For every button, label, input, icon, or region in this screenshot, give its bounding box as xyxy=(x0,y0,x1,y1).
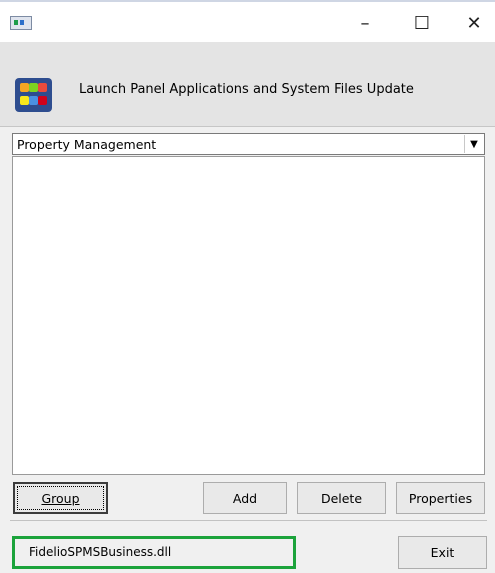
header-panel: Launch Panel Applications and System Fil… xyxy=(0,42,495,127)
properties-button[interactable]: Properties xyxy=(396,482,485,514)
title-bar: – ☐ ✕ xyxy=(0,0,495,42)
header-title: Launch Panel Applications and System Fil… xyxy=(79,82,414,97)
status-field: FidelioSPMSBusiness.dll xyxy=(12,536,296,569)
title-bar-accent xyxy=(0,0,495,2)
divider xyxy=(10,520,487,521)
delete-button-label: Delete xyxy=(320,490,363,506)
maximize-button[interactable]: ☐ xyxy=(402,8,442,38)
group-button[interactable]: Group xyxy=(13,482,108,514)
minimize-button[interactable]: – xyxy=(345,8,385,38)
app-icon xyxy=(10,16,32,30)
add-button-label: Add xyxy=(232,490,258,506)
exit-button[interactable]: Exit xyxy=(398,536,487,569)
launch-panel-icon xyxy=(15,78,52,112)
chevron-down-icon[interactable]: ▼ xyxy=(464,135,483,153)
group-dropdown-value: Property Management xyxy=(17,137,157,152)
properties-button-label: Properties xyxy=(408,490,473,506)
status-text: FidelioSPMSBusiness.dll xyxy=(29,545,172,559)
close-button[interactable]: ✕ xyxy=(454,8,494,38)
group-button-label: Group xyxy=(41,490,80,506)
delete-button[interactable]: Delete xyxy=(297,482,386,514)
group-dropdown[interactable]: Property Management ▼ xyxy=(12,133,485,155)
add-button[interactable]: Add xyxy=(203,482,287,514)
exit-button-label: Exit xyxy=(430,545,455,560)
applications-list[interactable] xyxy=(12,156,485,475)
